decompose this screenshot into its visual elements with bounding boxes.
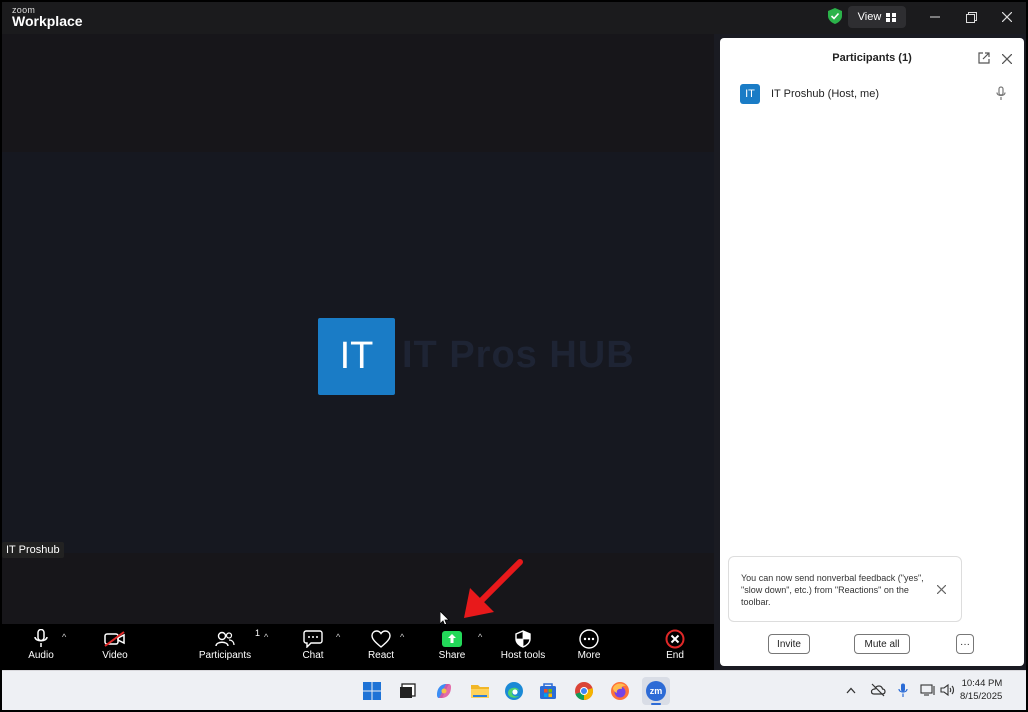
chat-options-caret-icon[interactable]: ^ [336, 632, 340, 642]
volume-icon[interactable] [940, 683, 955, 697]
video-off-icon [104, 631, 125, 647]
host-tools-shield-icon [515, 630, 531, 648]
share-button[interactable]: Share [438, 628, 466, 668]
close-window-button[interactable] [992, 6, 1022, 28]
participant-avatar: IT [740, 84, 760, 104]
chat-label: Chat [302, 650, 324, 661]
participants-count: 1 [255, 628, 261, 638]
end-meeting-icon [665, 629, 685, 649]
security-shield-icon[interactable] [828, 8, 842, 24]
app-logo: Workplace [12, 13, 83, 29]
video-area[interactable]: IT IT Pros HUB IT Proshub [2, 34, 714, 627]
microphone-icon[interactable] [996, 86, 1006, 102]
clock-date: 8/15/2025 [960, 691, 1003, 702]
copilot-icon[interactable] [434, 681, 454, 701]
end-meeting-button[interactable]: End [662, 628, 688, 668]
participant-name: IT Proshub (Host, me) [771, 88, 879, 100]
system-clock[interactable]: 10:44 PM 8/15/2025 [960, 677, 1002, 703]
minimize-icon [930, 16, 940, 18]
onedrive-offline-icon[interactable] [870, 683, 886, 697]
invite-button[interactable]: Invite [768, 634, 810, 654]
audio-options-caret-icon[interactable]: ^ [62, 632, 66, 642]
react-options-caret-icon[interactable]: ^ [400, 632, 404, 642]
host-tools-button[interactable]: Host tools [500, 628, 546, 668]
view-button[interactable]: View [848, 6, 906, 28]
chat-icon [303, 630, 323, 648]
reactions-tip-text: You can now send nonverbal feedback ("ye… [741, 573, 924, 607]
more-icon [579, 629, 599, 649]
dismiss-tip-icon[interactable] [937, 585, 946, 594]
host-tools-label: Host tools [500, 650, 546, 661]
microphone-in-use-icon[interactable] [898, 683, 908, 698]
windows-taskbar: zm 10:44 PM 8/15/2025 [2, 670, 1026, 710]
react-label: React [367, 650, 395, 661]
share-options-caret-icon[interactable]: ^ [478, 632, 482, 642]
popout-icon[interactable] [978, 52, 990, 64]
participants-options-caret-icon[interactable]: ^ [264, 632, 268, 642]
annotation-arrow-icon [464, 559, 523, 618]
microphone-icon [34, 629, 48, 647]
more-button[interactable]: More [574, 628, 604, 668]
windows-start-icon[interactable] [362, 681, 382, 701]
chat-button[interactable]: Chat [298, 628, 328, 668]
close-panel-icon[interactable] [1002, 54, 1012, 64]
audio-button[interactable]: Audio [24, 628, 58, 668]
meeting-toolbar: Audio ^ Video 1 Participants ^ Chat ^ Re… [2, 624, 714, 670]
view-label: View [857, 11, 882, 23]
clock-time: 10:44 PM [961, 678, 1003, 689]
zoom-app-icon: zm [646, 681, 666, 701]
heart-icon [371, 630, 391, 648]
video-label: Video [102, 650, 128, 661]
end-label: End [666, 650, 684, 661]
close-icon [1002, 12, 1012, 22]
panel-more-button[interactable]: ··· [956, 634, 974, 654]
mute-all-button[interactable]: Mute all [854, 634, 910, 654]
zoom-taskbar-button[interactable]: zm [642, 677, 670, 705]
participant-name-tag: IT Proshub [2, 542, 64, 558]
network-icon[interactable] [920, 683, 936, 697]
restore-icon [965, 11, 977, 23]
task-view-icon[interactable] [398, 681, 418, 701]
audio-label: Audio [28, 650, 54, 661]
microsoft-store-icon[interactable] [538, 681, 558, 701]
participants-panel: Participants (1) IT IT Proshub (Host, me… [720, 38, 1024, 666]
zoom-window: zoom Workplace View IT IT Pros HUB IT Pr… [2, 2, 1026, 710]
reactions-tip: You can now send nonverbal feedback ("ye… [728, 556, 962, 622]
share-label: Share [438, 650, 466, 661]
restore-button[interactable] [956, 6, 986, 28]
watermark-text: IT Pros HUB [402, 334, 635, 376]
participant-row[interactable]: IT IT Proshub (Host, me) [740, 84, 1012, 106]
title-bar: zoom Workplace View [2, 2, 1026, 34]
video-button[interactable]: Video [98, 628, 132, 668]
react-button[interactable]: React [366, 628, 396, 668]
minimize-button[interactable] [920, 6, 950, 28]
participants-label: Participants [198, 650, 252, 661]
grid-view-icon [886, 12, 897, 22]
share-screen-icon [442, 631, 462, 647]
edge-browser-icon[interactable] [504, 681, 524, 701]
firefox-browser-icon[interactable] [610, 681, 630, 701]
file-explorer-icon[interactable] [470, 681, 490, 701]
participants-icon [215, 631, 235, 647]
participants-button[interactable]: 1 Participants [198, 628, 260, 668]
more-label: More [577, 650, 601, 661]
participant-avatar-large: IT [318, 318, 395, 395]
show-hidden-icons-chevron-icon[interactable] [846, 687, 856, 694]
active-app-indicator [651, 703, 661, 705]
chrome-browser-icon[interactable] [574, 681, 594, 701]
